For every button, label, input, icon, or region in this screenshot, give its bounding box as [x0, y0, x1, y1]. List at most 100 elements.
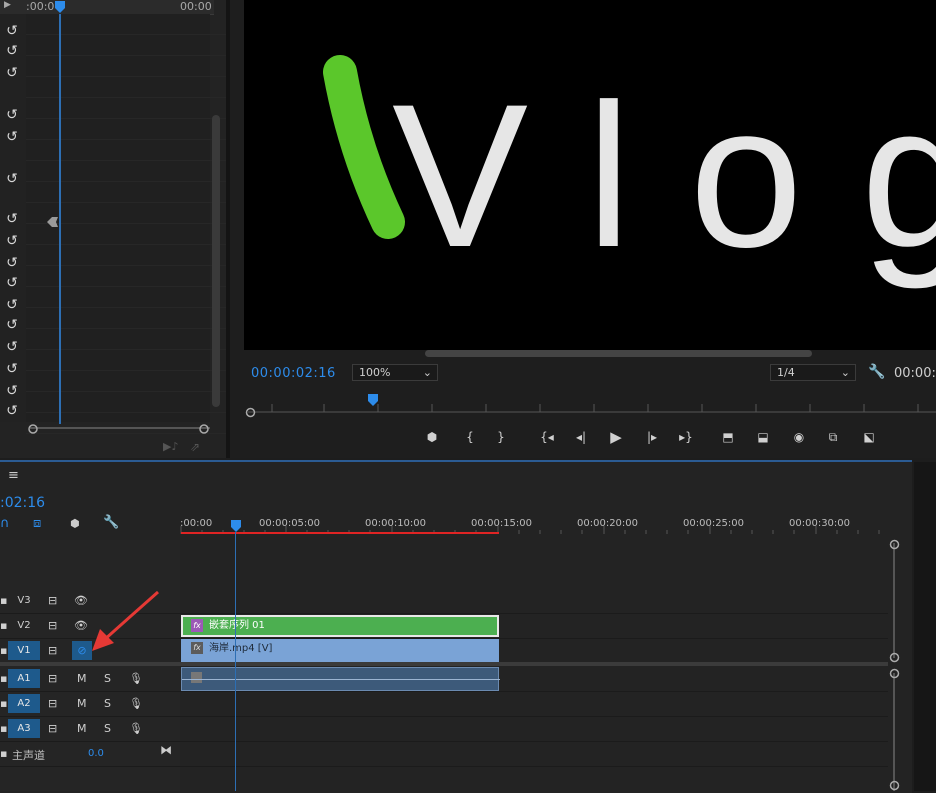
microphone-icon[interactable]: 🎙: [129, 719, 143, 738]
play-audio-icon[interactable]: ▶♪: [163, 440, 178, 453]
solo-button[interactable]: S: [104, 694, 111, 713]
reset-parameter-icon[interactable]: ↺: [4, 318, 20, 332]
solo-button[interactable]: S: [104, 669, 111, 688]
reset-parameter-icon[interactable]: ↺: [4, 212, 20, 226]
reset-parameter-icon[interactable]: ↺: [4, 24, 20, 38]
keyframe-row: [26, 245, 236, 266]
timeline-playhead-icon[interactable]: [230, 519, 242, 533]
sync-lock-icon[interactable]: ⊟: [48, 694, 57, 713]
effect-controls-ruler[interactable]: ▶ :00:0 00:00: [0, 0, 214, 15]
lock-icon[interactable]: ▪: [0, 591, 7, 610]
track-label-v1[interactable]: V1: [8, 641, 40, 660]
sync-lock-icon[interactable]: ⊟: [48, 719, 57, 738]
export-frame-icon[interactable]: ◉: [789, 428, 809, 446]
reset-parameter-icon[interactable]: ↺: [4, 108, 20, 122]
reset-parameter-icon[interactable]: ↺: [4, 130, 20, 144]
nested-sequence-clip[interactable]: fx 嵌套序列 01: [181, 615, 499, 637]
reset-parameter-icon[interactable]: ↺: [4, 384, 20, 398]
zoom-dropdown[interactable]: 100% ⌄: [352, 364, 438, 381]
multi-cam-icon[interactable]: ⬕: [859, 428, 879, 446]
step-back-icon[interactable]: ◂|: [571, 428, 591, 446]
step-forward-icon[interactable]: |▸: [642, 428, 662, 446]
video-tracks-scroll[interactable]: [893, 543, 895, 658]
program-hscrollbar[interactable]: [425, 350, 812, 357]
program-video-frame[interactable]: Vlog: [244, 0, 936, 350]
lock-icon[interactable]: ▪: [0, 616, 7, 635]
track-label-v3[interactable]: V3: [8, 591, 40, 610]
solo-button[interactable]: S: [104, 719, 111, 738]
lock-icon[interactable]: ▪: [0, 719, 7, 738]
microphone-icon[interactable]: 🎙: [129, 669, 143, 688]
sync-lock-icon[interactable]: ⊟: [48, 616, 57, 635]
audio-tracks-scroll[interactable]: [893, 673, 895, 791]
lock-icon[interactable]: ▪: [0, 669, 7, 688]
go-to-out-icon[interactable]: ▸}: [676, 428, 696, 446]
mute-button[interactable]: M: [77, 669, 87, 688]
track-label-a3[interactable]: A3: [8, 719, 40, 738]
keyframe-icon[interactable]: [45, 216, 65, 228]
sync-lock-icon[interactable]: ⊟: [48, 669, 57, 688]
reset-parameter-icon[interactable]: ↺: [4, 404, 20, 418]
sync-lock-icon[interactable]: ⊟: [48, 641, 57, 660]
reset-parameter-icon[interactable]: ↺: [4, 66, 20, 80]
snap-icon[interactable]: ∩: [0, 516, 10, 531]
mark-out-icon[interactable]: }: [491, 428, 511, 446]
marker-icon[interactable]: ⬢: [422, 428, 442, 446]
reset-parameter-icon[interactable]: ↺: [4, 44, 20, 58]
video-clip[interactable]: fx 海岸.mp4 [V]: [181, 639, 499, 662]
timeline-timecode[interactable]: :02:16: [0, 495, 45, 511]
reset-parameter-icon[interactable]: ↺: [4, 362, 20, 376]
reset-parameter-icon[interactable]: ↺: [4, 256, 20, 270]
microphone-icon[interactable]: 🎙: [129, 694, 143, 713]
go-to-in-icon[interactable]: {◂: [537, 428, 557, 446]
reset-parameter-icon[interactable]: ↺: [4, 172, 20, 186]
add-marker-icon[interactable]: ⬢: [70, 517, 80, 530]
mark-in-icon[interactable]: {: [460, 428, 480, 446]
ec-hscroll-track[interactable]: [30, 427, 210, 429]
audio-scroll-handle-top[interactable]: [889, 668, 900, 679]
track-label-a2[interactable]: A2: [8, 694, 40, 713]
go-to-edit-icon[interactable]: ⧓: [160, 743, 172, 757]
reset-parameter-icon[interactable]: ↺: [4, 298, 20, 312]
keyframe-row: [26, 119, 236, 140]
effect-controls-scrollbar[interactable]: [212, 115, 220, 407]
audio-scroll-handle-bottom[interactable]: [889, 780, 900, 791]
wrench-icon[interactable]: 🔧: [868, 364, 885, 380]
reset-parameter-icon[interactable]: ↺: [4, 276, 20, 290]
play-icon[interactable]: ▶: [606, 428, 626, 446]
lift-icon[interactable]: ⬒: [718, 428, 738, 446]
mute-button[interactable]: M: [77, 719, 87, 738]
ec-zoom-handle-left[interactable]: [28, 424, 38, 434]
reset-parameter-icon[interactable]: ↺: [4, 340, 20, 354]
extract-icon[interactable]: ⬓: [753, 428, 773, 446]
master-volume-value[interactable]: 0.0: [88, 748, 104, 759]
track-label-v2[interactable]: V2: [8, 616, 40, 635]
volume-rubber-band[interactable]: [182, 679, 500, 680]
program-timecode[interactable]: 00:00:02:16: [251, 366, 336, 381]
sync-lock-icon[interactable]: ⊟: [48, 591, 57, 610]
scroll-handle-top[interactable]: [889, 539, 900, 550]
audio-fx-badge-icon: [191, 672, 202, 683]
effect-controls-panel: ▶ :00:0 00:00 ↺ ↺ ↺ ↺ ↺ ↺ ↺ ↺ ↺ ↺ ↺ ↺ ↺ ↺ ↺ ↺ ▶♪ ⇗: [0, 0, 236, 458]
ec-zoom-handle-right[interactable]: [199, 424, 209, 434]
nested-clip-label: 嵌套序列 01: [209, 620, 265, 631]
comparison-view-icon[interactable]: ⧉: [823, 428, 843, 446]
mute-button[interactable]: M: [77, 694, 87, 713]
scroll-handle-bottom[interactable]: [889, 652, 900, 663]
reset-parameter-icon[interactable]: ↺: [4, 234, 20, 248]
linked-selection-icon[interactable]: ⧈: [33, 516, 41, 531]
timeline-menu-icon[interactable]: ≡: [8, 468, 19, 483]
resolution-dropdown[interactable]: 1/4 ⌄: [770, 364, 856, 381]
resolution-value: 1/4: [777, 366, 795, 379]
export-icon[interactable]: ⇗: [190, 440, 200, 454]
track-label-a1[interactable]: A1: [8, 669, 40, 688]
lock-icon[interactable]: ▪: [0, 694, 7, 713]
playhead-icon[interactable]: [54, 0, 66, 14]
keyframe-row: [26, 308, 236, 329]
lock-icon[interactable]: ▪: [0, 744, 7, 763]
audio-clip[interactable]: [181, 667, 500, 691]
keyframe-row: [26, 14, 236, 35]
collapse-icon[interactable]: ▶: [4, 0, 11, 10]
timeline-settings-icon[interactable]: 🔧: [103, 515, 119, 530]
lock-icon[interactable]: ▪: [0, 641, 7, 660]
